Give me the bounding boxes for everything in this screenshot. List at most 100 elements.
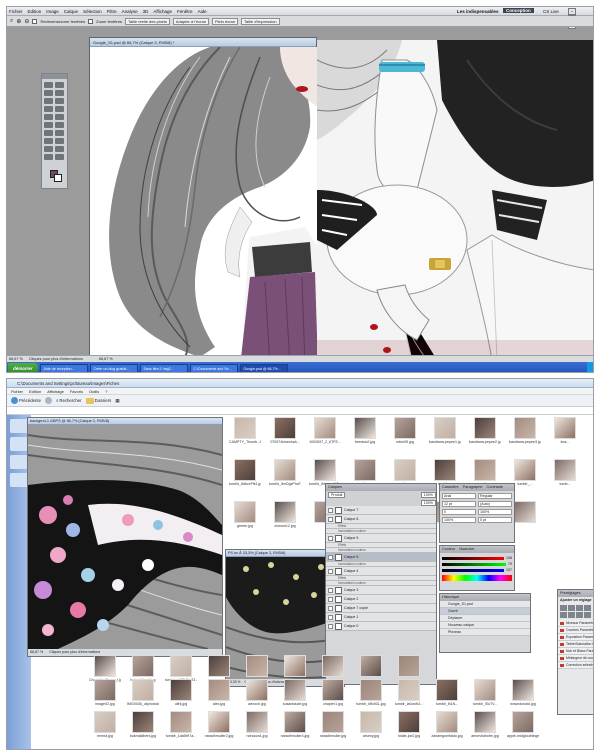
explorer-title[interactable]: C:\Documents and Settings\pc\Bureau\Imag…	[7, 379, 593, 388]
thumbnail-item[interactable]: tumblr_lb1N...	[431, 679, 463, 706]
green-value[interactable]: 79	[508, 562, 512, 566]
quick-select-tool-icon[interactable]	[55, 90, 64, 96]
thumbnail-item[interactable]: Charlotte_Tusso_t.jpg	[89, 655, 121, 682]
menu-3d[interactable]: 3D	[143, 9, 149, 14]
preset-row[interactable]: Mélangeur de couches Param..	[558, 655, 593, 662]
thumbnail-item[interactable]: apple-midglouthinge..	[507, 711, 539, 738]
thumbnail-item[interactable]	[241, 655, 273, 678]
levels-icon[interactable]	[568, 605, 575, 611]
workspace-essentials[interactable]: Les indispensables	[457, 9, 499, 14]
brush-tool-icon[interactable]	[55, 106, 64, 112]
menu-edition[interactable]: Edition	[28, 9, 42, 14]
eye-icon[interactable]	[328, 596, 333, 602]
menu-image[interactable]: Image	[46, 9, 59, 14]
thumbnail-item[interactable]: tumblr_1da5tH7a...	[165, 711, 197, 738]
side-task-box[interactable]	[10, 473, 28, 487]
tracking-field[interactable]: 0	[442, 509, 476, 515]
history-item[interactable]: Google_S1.psd	[440, 601, 530, 608]
layer-row[interactable]: Calque 5	[326, 534, 436, 543]
thumbnail-item[interactable]: tumblr_lSuTV...	[469, 679, 501, 706]
brightness-icon[interactable]	[560, 605, 567, 611]
preset-row[interactable]: Teinte/Saturation Paramètre	[558, 641, 593, 648]
thumbnail-item[interactable]: naradhmuller2.jpg	[203, 711, 235, 738]
resize-windows-checkbox[interactable]	[32, 18, 38, 24]
preset-row[interactable]: Noir et Blanc Paramètre pré...	[558, 648, 593, 655]
history-item[interactable]: Ouvrir	[440, 608, 530, 615]
layer-row[interactable]: Calque 0	[326, 622, 436, 631]
zoom-readout-2[interactable]: 66,67 %	[99, 357, 113, 361]
layer-row[interactable]: Calque 7 copie	[326, 604, 436, 613]
menu-analyse[interactable]: Analyse	[122, 9, 138, 14]
thumbnail-item[interactable]: zanamgumfaldo.jpg	[431, 711, 463, 738]
tab-contrast[interactable]: Contraste	[487, 484, 503, 491]
thumbnail-item[interactable]: image02.jpg	[89, 679, 121, 706]
thumbnail-item[interactable]: tumblr_lbnOgzPhcF...	[269, 459, 301, 486]
forward-arrow-icon[interactable]	[44, 397, 52, 404]
start-button[interactable]: démarrer	[8, 362, 38, 372]
floating-doc-zoom[interactable]: 66,67 %	[30, 649, 43, 656]
zoom-tool2-icon[interactable]	[55, 154, 64, 160]
thumbnail-item[interactable]: bukmaldbers.jpg	[127, 711, 159, 738]
floating-doc-title[interactable]: backgrnd-1.GBPS @ 66,7% (Calque 2, RVB/8…	[28, 418, 222, 425]
curves-icon[interactable]	[576, 605, 583, 611]
color-spectrum[interactable]	[442, 575, 512, 581]
cs-live-button[interactable]: CS Live	[543, 9, 559, 14]
side-task-box[interactable]	[10, 455, 28, 469]
menu-fichier[interactable]: Fichier	[11, 389, 23, 394]
thumbnail-item[interactable]: robin05.jpg	[389, 417, 421, 444]
thumbnail-item[interactable]: tumblr_la0cwK4...	[393, 679, 425, 706]
layer-row[interactable]: Calque 6	[326, 553, 436, 562]
side-task-box[interactable]	[10, 419, 28, 433]
red-slider[interactable]	[442, 556, 504, 560]
eye-icon[interactable]	[328, 554, 333, 560]
menu-fichier[interactable]: Fichier	[9, 9, 23, 14]
menu-filtre[interactable]: Filtre	[107, 9, 117, 14]
side-task-box[interactable]	[10, 437, 28, 451]
history-item[interactable]: Pinceau	[440, 629, 530, 636]
menu-calque[interactable]: Calque	[64, 9, 78, 14]
eye-icon[interactable]	[328, 568, 333, 574]
move-tool-icon[interactable]	[44, 82, 53, 88]
pen-tool-icon[interactable]	[44, 138, 53, 144]
menu-favoris[interactable]: Favoris	[70, 389, 83, 394]
thumbnail-item[interactable]: tumblr_8dbzvFfk1.jpg	[229, 459, 261, 486]
font-style-select[interactable]: Regular	[478, 493, 512, 499]
thumbnail-item[interactable]: wnwcdonald.jpg	[507, 679, 539, 706]
fill-field[interactable]: 100%	[420, 499, 436, 506]
layer-row[interactable]: Calque 1	[326, 613, 436, 622]
thumbnail-item[interactable]: greetn.jpg	[229, 501, 261, 528]
print-size-button[interactable]: Taille d'impression	[241, 17, 280, 25]
taskbar-item-active[interactable]: Google.psd @ 66,7%...	[239, 363, 288, 372]
thumbnail-item[interactable]	[279, 655, 311, 678]
menu-selection[interactable]: Sélection	[83, 9, 102, 14]
taskbar-item[interactable]: Sans titre-1 img2...	[139, 363, 188, 372]
font-family-select[interactable]: Arial	[442, 493, 476, 499]
actual-pixels-button[interactable]: Taille réelle des pixels	[124, 17, 170, 25]
scale-h-field[interactable]: 100%	[442, 517, 476, 523]
preset-row[interactable]: Correction sélective Param...	[558, 662, 593, 669]
thumbnail-item[interactable]: bandiana-pepee1.jpg	[429, 417, 461, 444]
menu-fenetre[interactable]: Fenêtre	[177, 9, 193, 14]
shape-tool-icon[interactable]	[55, 146, 64, 152]
menu-edition[interactable]: Edition	[29, 389, 41, 394]
blue-slider[interactable]	[442, 568, 504, 572]
tab-color[interactable]: Couleur	[442, 546, 455, 553]
opacity-field[interactable]: 100%	[420, 492, 436, 498]
blend-mode-select[interactable]: Produit	[328, 492, 346, 498]
history-brush-icon[interactable]	[55, 114, 64, 120]
search-button[interactable]: ⌕ Rechercher	[56, 398, 82, 403]
menu-help[interactable]: ?	[105, 389, 107, 394]
thumbnail-item[interactable]: tumblr_lx87b8kaZ1..	[165, 655, 197, 682]
thumbnail-item[interactable]: naradhmuller4.jpg	[279, 711, 311, 738]
baseline-field[interactable]: 0 pt	[478, 517, 512, 523]
layer-row[interactable]: Calque 8	[326, 515, 436, 524]
eye-icon[interactable]	[328, 507, 333, 513]
thumbnail-item[interactable]	[355, 655, 387, 678]
tab-swatches[interactable]: Nuancier	[459, 546, 474, 553]
preset-row[interactable]: Exposition Paramètre prédéfini	[558, 634, 593, 641]
thumbnail-item[interactable]: tumblr_...	[509, 459, 541, 486]
eye-icon[interactable]	[328, 516, 333, 522]
type-tool-icon[interactable]	[55, 138, 64, 144]
scale-v-field[interactable]: 100%	[478, 509, 512, 515]
thumbnail-item[interactable]: tumblr_..	[429, 459, 461, 486]
